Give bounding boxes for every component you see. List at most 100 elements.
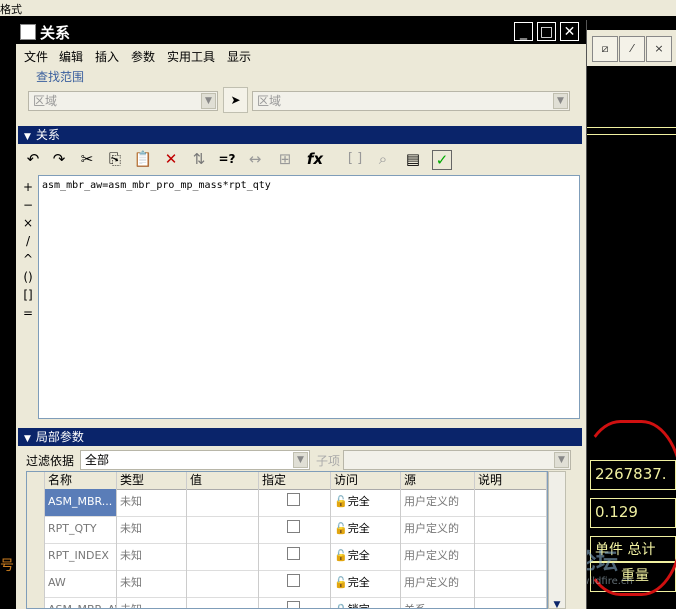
param-source: 用户定义的: [401, 489, 475, 516]
parentheses-operator-button[interactable]: (): [20, 270, 36, 284]
access-cell: 🔓完全: [331, 570, 401, 597]
designate-checkbox[interactable]: [287, 574, 300, 587]
table-row[interactable]: ASM_MBR_AW 未知 🔒锁定 关系: [27, 597, 547, 608]
lock-icon: 🔓: [334, 576, 348, 589]
brackets-operator-button[interactable]: []: [20, 288, 36, 302]
designate-checkbox[interactable]: [287, 601, 300, 608]
scroll-down-icon[interactable]: ▼: [551, 600, 563, 609]
menu-insert[interactable]: 插入: [95, 48, 119, 65]
relations-editor[interactable]: asm_mbr_aw=asm_mbr_pro_mp_mass*rpt_qty: [38, 175, 580, 419]
look-in-label: 查找范围: [36, 70, 85, 84]
column-header-description[interactable]: 说明: [475, 472, 547, 489]
scope-select[interactable]: 区域 ▼: [28, 91, 218, 111]
param-value[interactable]: [187, 543, 259, 570]
divide-operator-button[interactable]: /: [20, 234, 36, 248]
equals-operator-button[interactable]: =: [20, 306, 36, 320]
param-value[interactable]: [187, 489, 259, 516]
chevron-down-icon[interactable]: ▼: [554, 452, 569, 468]
param-value[interactable]: [187, 516, 259, 543]
filter-label: 过滤依据: [26, 454, 75, 468]
multiply-operator-button[interactable]: ×: [20, 216, 36, 230]
table-row[interactable]: RPT_QTY 未知 🔓完全 用户定义的: [27, 516, 547, 544]
column-header-value[interactable]: 值: [187, 472, 259, 489]
chevron-down-icon[interactable]: ▼: [553, 93, 568, 109]
param-access: 完全: [347, 495, 370, 508]
scope-select-value: 区域: [33, 94, 58, 108]
verify-icon[interactable]: ✓: [432, 150, 452, 170]
param-description[interactable]: [475, 516, 547, 543]
evaluate-icon[interactable]: =?: [216, 148, 238, 170]
column-header-name[interactable]: 名称: [45, 472, 117, 489]
sort-relations-icon[interactable]: ▤: [402, 148, 424, 170]
table-row[interactable]: AW 未知 🔓完全 用户定义的: [27, 570, 547, 598]
find-icon[interactable]: ⌕: [372, 148, 394, 170]
chevron-down-icon[interactable]: ▼: [293, 452, 308, 468]
maximize-button[interactable]: □: [537, 22, 556, 41]
column-header-source[interactable]: 源: [401, 472, 475, 489]
dimension-icon[interactable]: ↔: [244, 148, 266, 170]
param-description[interactable]: [475, 489, 547, 516]
designate-checkbox[interactable]: [287, 493, 300, 506]
title-bar[interactable]: 关系 _ □ ✕: [16, 20, 586, 44]
param-description[interactable]: [475, 543, 547, 570]
sort-icon[interactable]: ⇅: [188, 148, 210, 170]
lock-icon: 🔒: [334, 603, 348, 608]
chevron-down-icon[interactable]: ▼: [201, 93, 216, 109]
line-view-icon[interactable]: ⁄: [619, 36, 645, 62]
table-row[interactable]: RPT_INDEX 未知 🔓完全 用户定义的: [27, 543, 547, 571]
menu-parameters[interactable]: 参数: [131, 48, 155, 65]
lock-icon: 🔓: [334, 522, 348, 535]
param-access: 完全: [347, 549, 370, 562]
column-header-designate[interactable]: 指定: [259, 472, 331, 489]
cut-icon[interactable]: ✂: [76, 148, 98, 170]
param-value[interactable]: [187, 597, 259, 608]
designate-checkbox[interactable]: [287, 520, 300, 533]
menu-file[interactable]: 文件: [24, 48, 48, 65]
param-value[interactable]: [187, 570, 259, 597]
param-description[interactable]: [475, 570, 547, 597]
relations-section-title: 关系: [35, 128, 60, 142]
param-name[interactable]: AW: [45, 570, 117, 597]
minus-operator-button[interactable]: −: [20, 198, 36, 212]
local-params-section-title: 局部参数: [35, 430, 84, 444]
undo-icon[interactable]: ↶: [22, 148, 44, 170]
paste-icon[interactable]: 📋: [132, 148, 154, 170]
menu-edit[interactable]: 编辑: [59, 48, 83, 65]
select-pointer-button[interactable]: ➤: [223, 87, 248, 113]
menu-utilities[interactable]: 实用工具: [167, 48, 215, 65]
table-scrollbar[interactable]: ▼: [548, 471, 566, 609]
brackets-icon[interactable]: [ ]: [344, 148, 366, 170]
param-name[interactable]: ASM_MBR...: [45, 489, 117, 516]
designate-checkbox[interactable]: [287, 547, 300, 560]
delete-icon[interactable]: ✕: [160, 148, 182, 170]
menu-display[interactable]: 显示: [227, 48, 251, 65]
local-params-section-header[interactable]: ▼ 局部参数: [18, 428, 582, 446]
subitem-select[interactable]: ▼: [343, 450, 571, 470]
param-source: 用户定义的: [401, 516, 475, 543]
power-operator-button[interactable]: ^: [20, 252, 36, 266]
minimize-button[interactable]: _: [514, 22, 533, 41]
show-dimension-icon[interactable]: ⊞: [274, 148, 296, 170]
copy-icon[interactable]: ⎘: [104, 148, 126, 170]
param-name[interactable]: RPT_QTY: [45, 516, 117, 543]
sketch-view-icon[interactable]: ⧄: [592, 36, 618, 62]
relation-text: asm_mbr_aw=asm_mbr_pro_mp_mass*rpt_qty: [42, 180, 271, 191]
param-name[interactable]: ASM_MBR_AW: [45, 597, 117, 608]
target-select-value: 区域: [257, 94, 282, 108]
close-button[interactable]: ✕: [560, 22, 579, 41]
param-description[interactable]: [475, 597, 547, 608]
target-select[interactable]: 区域 ▼: [252, 91, 570, 111]
filter-select[interactable]: 全部 ▼: [80, 450, 310, 470]
param-name[interactable]: RPT_INDEX: [45, 543, 117, 570]
function-icon[interactable]: fx: [304, 148, 326, 170]
plus-operator-button[interactable]: +: [20, 180, 36, 194]
redo-icon[interactable]: ↷: [48, 148, 70, 170]
column-header-type[interactable]: 类型: [117, 472, 187, 489]
access-cell: 🔒锁定: [331, 597, 401, 608]
table-row[interactable]: ASM_MBR... 未知 🔓完全 用户定义的: [27, 489, 547, 517]
points-view-icon[interactable]: ×: [646, 36, 672, 62]
access-cell: 🔓完全: [331, 543, 401, 570]
collapse-icon: ▼: [24, 132, 31, 142]
column-header-access[interactable]: 访问: [331, 472, 401, 489]
relations-section-header[interactable]: ▼ 关系: [18, 126, 582, 144]
